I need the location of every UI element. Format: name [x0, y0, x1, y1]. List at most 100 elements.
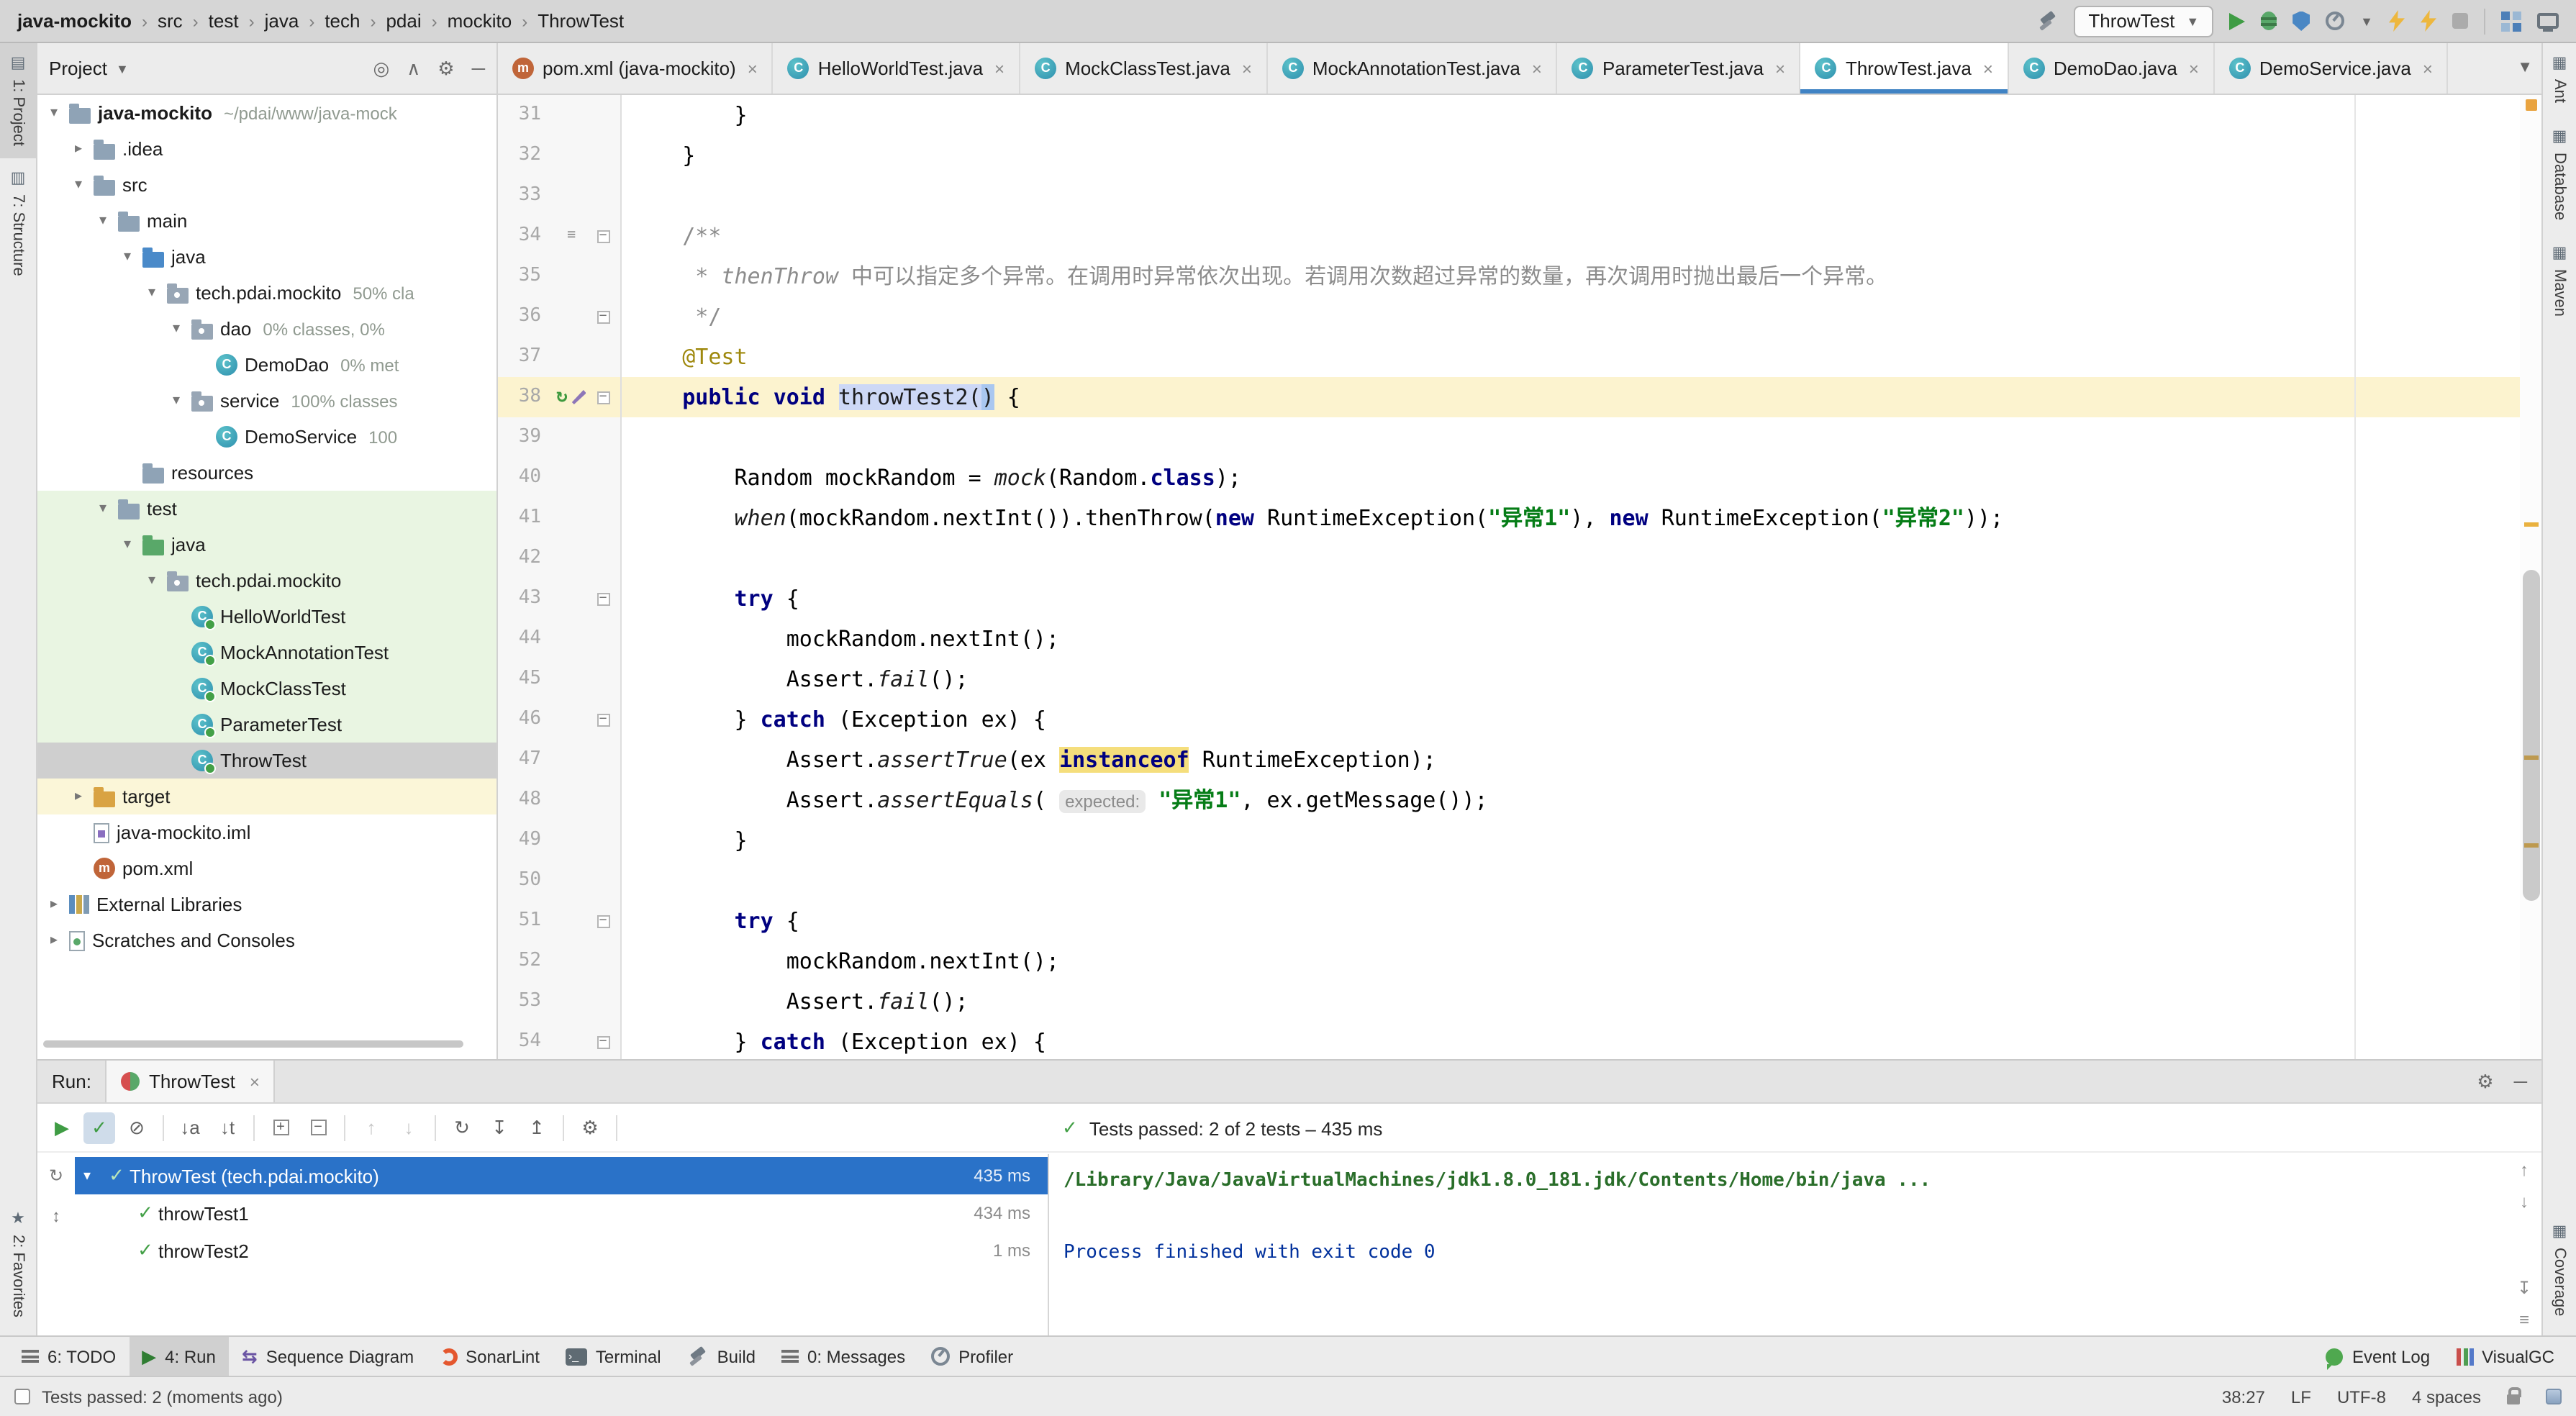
- favorites-tool-button[interactable]: ★2: Favorites: [0, 1198, 36, 1330]
- test-tree-item[interactable]: ✓throwTest21 ms: [75, 1232, 1048, 1269]
- close-tab-icon[interactable]: ×: [1532, 58, 1542, 78]
- fold-marker-icon[interactable]: −: [593, 230, 613, 242]
- project-tree-item[interactable]: ▾tech.pdai.mockito: [37, 563, 496, 599]
- editor-tab[interactable]: DemoService.java×: [2215, 43, 2449, 94]
- code-line[interactable]: 46− } catch (Exception ex) {: [498, 699, 2541, 740]
- editor-scrollbar-thumb[interactable]: [2523, 570, 2540, 901]
- editor-tab[interactable]: HelloWorldTest.java×: [774, 43, 1020, 94]
- comment-marker-icon[interactable]: ≡: [567, 216, 576, 256]
- pencil-icon[interactable]: [572, 390, 586, 404]
- horizontal-scrollbar[interactable]: [43, 1040, 463, 1048]
- run-console[interactable]: /Library/Java/JavaVirtualMachines/jdk1.8…: [1049, 1154, 2507, 1335]
- code-line[interactable]: 33: [498, 176, 2541, 216]
- collapse-all-icon[interactable]: ∧: [407, 57, 420, 80]
- tool-window-button-profiler[interactable]: Profiler: [918, 1337, 1026, 1376]
- tool-window-button-visualgc[interactable]: VisualGC: [2443, 1337, 2567, 1376]
- tool-button-database[interactable]: ▦Database: [2543, 116, 2576, 232]
- scroll-navigation-icon[interactable]: ↕: [52, 1206, 60, 1226]
- editor-tab[interactable]: DemoDao.java×: [2009, 43, 2215, 94]
- test-tree-item[interactable]: ✓throwTest1434 ms: [75, 1194, 1048, 1232]
- project-tree-item[interactable]: ▸target: [37, 779, 496, 814]
- hide-panel-icon[interactable]: ─: [472, 57, 485, 80]
- fold-marker-icon[interactable]: −: [593, 914, 613, 927]
- project-tree-item[interactable]: DemoDao0% met: [37, 347, 496, 383]
- structure-tool-button[interactable]: ▥7: Structure: [0, 159, 36, 290]
- project-tree-item[interactable]: ParameterTest: [37, 707, 496, 743]
- settings-icon[interactable]: ⚙: [437, 57, 454, 80]
- project-tree-item[interactable]: ▾dao0% classes, 0%: [37, 311, 496, 347]
- expand-all-icon[interactable]: +: [265, 1112, 296, 1143]
- show-ignored-icon[interactable]: ⊘: [121, 1112, 153, 1143]
- tool-window-button-sequence[interactable]: ⇆Sequence Diagram: [229, 1337, 427, 1376]
- tool-window-button-build[interactable]: Build: [674, 1337, 768, 1376]
- run-button[interactable]: [2229, 12, 2245, 30]
- debug-button[interactable]: [2261, 12, 2277, 30]
- code-line[interactable]: 48 Assert.assertEquals( expected: "异常1",…: [498, 780, 2541, 820]
- status-widget[interactable]: 38:27: [2222, 1386, 2265, 1407]
- fold-marker-icon[interactable]: −: [593, 713, 613, 726]
- sort-alphabetically-icon[interactable]: ↓a: [174, 1112, 206, 1143]
- project-tree-item[interactable]: ▾java-mockito~/pdai/www/java-mock: [37, 95, 496, 131]
- code-line[interactable]: 31 }: [498, 95, 2541, 135]
- code-line[interactable]: 32 }: [498, 135, 2541, 176]
- breadcrumb-item[interactable]: mockito: [448, 10, 512, 32]
- export-test-results-icon[interactable]: ↥: [521, 1112, 553, 1143]
- project-tree-item[interactable]: DemoService100: [37, 419, 496, 455]
- build-project-icon[interactable]: [2036, 11, 2058, 31]
- project-tree-item[interactable]: HelloWorldTest: [37, 599, 496, 635]
- code-line[interactable]: 50: [498, 861, 2541, 901]
- tool-window-button-todo[interactable]: 6: TODO: [9, 1337, 129, 1376]
- presentation-mode-icon[interactable]: [2537, 13, 2559, 29]
- project-tree-item[interactable]: ▸External Libraries: [37, 886, 496, 922]
- close-tab-icon[interactable]: ×: [994, 58, 1004, 78]
- run-tab[interactable]: ThrowTest ×: [106, 1061, 276, 1102]
- code-line[interactable]: 44 mockRandom.nextInt();: [498, 619, 2541, 659]
- project-tree-item[interactable]: java-mockito.iml: [37, 814, 496, 850]
- project-tree-item[interactable]: ▸Scratches and Consoles: [37, 922, 496, 958]
- tab-list-chevron-icon[interactable]: ▼: [2517, 59, 2533, 76]
- soft-wrap-icon[interactable]: ≡: [2519, 1310, 2529, 1330]
- show-passed-icon[interactable]: ✓: [83, 1112, 115, 1143]
- fold-marker-icon[interactable]: −: [593, 391, 613, 404]
- minimize-icon[interactable]: ─: [2514, 1070, 2527, 1093]
- project-panel-title[interactable]: Project: [49, 58, 107, 79]
- highlighting-level-icon[interactable]: [2546, 1389, 2562, 1404]
- project-tree-item[interactable]: resources: [37, 455, 496, 491]
- close-tab-icon[interactable]: ×: [1775, 58, 1785, 78]
- editor-tab[interactable]: MockClassTest.java×: [1020, 43, 1268, 94]
- code-line[interactable]: 52 mockRandom.nextInt();: [498, 941, 2541, 981]
- project-tree-item[interactable]: ▾main: [37, 203, 496, 239]
- code-line[interactable]: 40 Random mockRandom = mock(Random.class…: [498, 458, 2541, 498]
- breadcrumb-item[interactable]: ThrowTest: [538, 10, 624, 32]
- project-structure-icon[interactable]: [2501, 11, 2510, 19]
- code-line[interactable]: 43− try {: [498, 578, 2541, 619]
- run-with-coverage-button[interactable]: [2292, 11, 2310, 31]
- project-tree-item[interactable]: MockClassTest: [37, 671, 496, 707]
- code-line[interactable]: 39: [498, 417, 2541, 458]
- breadcrumb-item[interactable]: src: [158, 10, 183, 32]
- tool-window-button-run[interactable]: ▶4: Run: [129, 1337, 229, 1376]
- tool-window-button-eventlog[interactable]: Event Log: [2313, 1337, 2443, 1376]
- tool-button-coverage[interactable]: ▦Coverage: [2543, 1212, 2576, 1330]
- collapse-all-icon[interactable]: −: [302, 1112, 334, 1143]
- project-tree-item[interactable]: pom.xml: [37, 850, 496, 886]
- rerun-test-icon[interactable]: ↻: [556, 387, 568, 407]
- code-line[interactable]: 35 * thenThrow 中可以指定多个异常。在调用时异常依次出现。若调用次…: [498, 256, 2541, 296]
- project-tool-button[interactable]: ▤1: Project: [0, 43, 36, 159]
- editor-tab[interactable]: MockAnnotationTest.java×: [1268, 43, 1558, 94]
- status-widget[interactable]: LF: [2291, 1386, 2311, 1407]
- run-configuration-select[interactable]: ThrowTest ▼: [2074, 5, 2213, 37]
- next-failed-test-icon[interactable]: ↓: [393, 1112, 425, 1143]
- breadcrumb-item[interactable]: pdai: [386, 10, 421, 32]
- editor-tab[interactable]: pom.xml (java-mockito)×: [498, 43, 774, 94]
- code-line[interactable]: 42: [498, 538, 2541, 578]
- scroll-to-end-icon[interactable]: ↧: [2517, 1278, 2531, 1298]
- editor-tab[interactable]: ThrowTest.java×: [1801, 43, 2009, 94]
- lock-icon[interactable]: [2507, 1394, 2520, 1404]
- project-tree-item[interactable]: ▾java: [37, 239, 496, 275]
- code-line[interactable]: 51− try {: [498, 901, 2541, 941]
- test-tree-item[interactable]: ▾✓ThrowTest (tech.pdai.mockito)435 ms: [75, 1157, 1048, 1194]
- test-history-icon[interactable]: ↻: [446, 1112, 478, 1143]
- code-line[interactable]: 36− */: [498, 296, 2541, 337]
- close-tab-icon[interactable]: ×: [2423, 58, 2433, 78]
